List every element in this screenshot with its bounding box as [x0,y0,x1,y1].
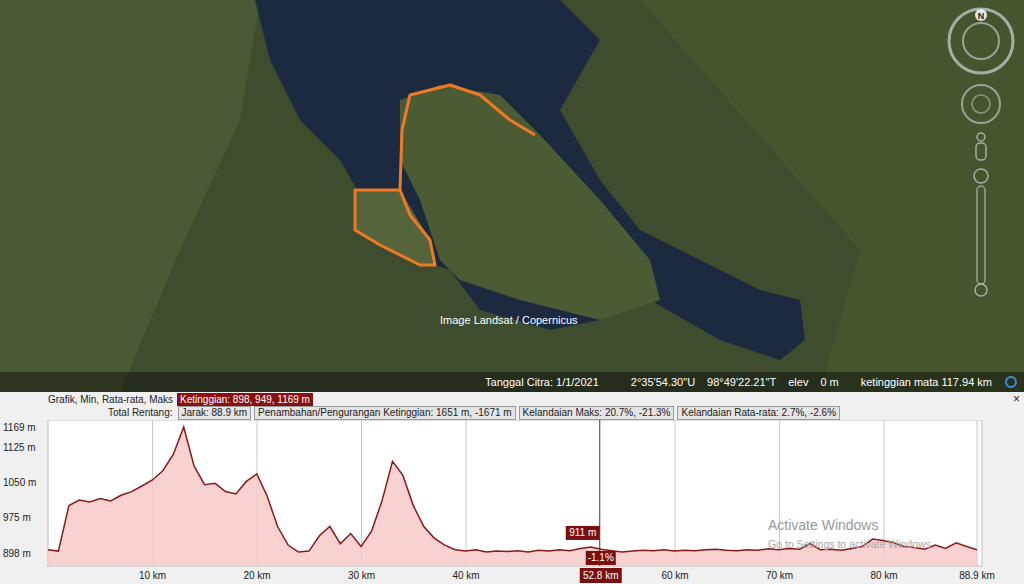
svg-text:60 km: 60 km [661,570,688,581]
street-view-icon[interactable] [973,132,989,162]
profile-header: Grafik, Min, Rata-rata, Maks Ketinggian: … [0,392,1024,406]
map-view[interactable]: Image Landsat / Copernicus N Tanggal Citra… [0,0,1024,392]
compass-icon[interactable]: N [946,6,1016,76]
svg-text:10 km: 10 km [139,570,166,581]
elev-label: elev [788,374,808,391]
nav-controls[interactable]: N [946,6,1016,298]
profile-summary: Total Rentang: Jarak: 88.9 kmPenambahan/P… [0,406,1024,420]
image-date: Tanggal Citra: 1/1/2021 [485,374,599,391]
watermark-subtitle: Go to Settings to activate Windows. [768,538,934,550]
elevation-chart[interactable]: 10 km 20 km 30 km 40 km 60 km 70 km 80 km 88.9 … [0,420,1024,584]
svg-text:N: N [978,11,985,21]
svg-text:40 km: 40 km [452,570,479,581]
summary-label: Total Rentang: [108,407,173,419]
close-button[interactable]: × [1013,393,1020,406]
google-earth-window: Image Landsat / Copernicus N Tanggal Citra… [0,0,1024,584]
svg-text:-1.1%: -1.1% [588,552,614,563]
svg-text:30 km: 30 km [348,570,375,581]
summary-item: Kelandaian Rata-rata: 2.7%, -2.6% [677,406,840,420]
elev-value: 0 m [820,374,838,391]
summary-item: Penambahan/Pengurangan Ketinggian: 1651 … [254,406,516,420]
longitude: 98°49'22.21"T [707,374,776,391]
loading-icon [1004,375,1018,389]
summary-item: Jarak: 88.9 km [178,406,252,420]
y-tick: 975 m [3,512,31,523]
latitude: 2°35'54.30"U [631,374,695,391]
summary-item: Kelandaian Maks: 20.7%, -21.3% [519,406,675,420]
selected-stat[interactable]: Ketinggian: 898, 949, 1169 m [177,393,313,406]
svg-text:20 km: 20 km [243,570,270,581]
elevation-area [48,427,977,566]
route-path [355,85,535,265]
watermark-title: Activate Windows [768,517,878,533]
look-joystick-icon[interactable] [959,82,1003,126]
plot-area[interactable] [48,420,982,566]
y-tick: 1125 m [3,442,36,453]
zoom-slider-icon[interactable] [971,168,991,298]
elevation-profile-panel: Grafik, Min, Rata-rata, Maks Ketinggian: … [0,392,1024,584]
map-attribution: Image Landsat / Copernicus [440,312,578,329]
stats-label: Grafik, Min, Rata-rata, Maks [48,393,173,406]
svg-text:70 km: 70 km [766,570,793,581]
y-tick: 898 m [3,548,31,559]
svg-text:52.8 km: 52.8 km [583,570,619,581]
elevation-line [48,427,977,552]
svg-text:80 km: 80 km [870,570,897,581]
eye-altitude: ketinggian mata 117.94 km [861,374,992,391]
y-tick: 1169 m [3,422,36,433]
satellite-map[interactable] [0,0,1024,392]
svg-text:911 m: 911 m [569,527,596,538]
status-bar: Tanggal Citra: 1/1/2021 2°35'54.30"U 98°49… [0,372,1024,392]
y-tick: 1050 m [3,477,36,488]
svg-text:88.9 km: 88.9 km [959,570,995,581]
cursor[interactable]: 911 m -1.1% 52.8 km [566,420,622,583]
